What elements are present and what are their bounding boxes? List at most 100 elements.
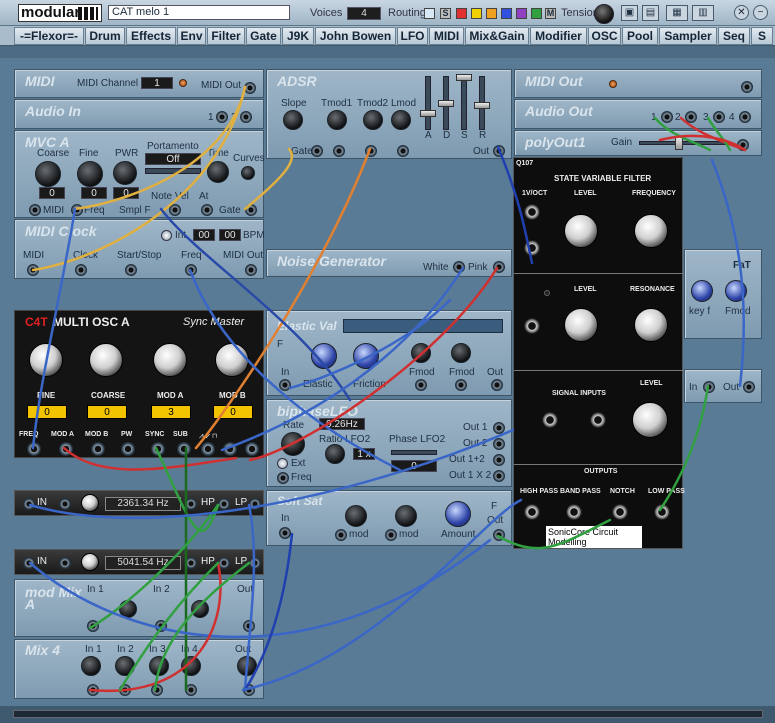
multi-osc-module[interactable]: C4T MULTI OSC A Sync Master FINE COARSE … xyxy=(14,310,264,458)
category-more[interactable]: S xyxy=(751,27,773,45)
filter1-in-jack[interactable] xyxy=(23,498,35,510)
adsr-lmod-jack[interactable] xyxy=(397,145,409,157)
svf-resonance-knob[interactable] xyxy=(634,308,668,342)
fat-fmod-knob[interactable] xyxy=(725,280,747,302)
svf-level-knob[interactable] xyxy=(564,214,598,248)
routing-m-button[interactable]: M xyxy=(545,8,556,19)
osc-mod-b-value[interactable]: 0 xyxy=(213,405,253,419)
filter2-mod-jack[interactable] xyxy=(59,557,71,569)
mvc-pwr-display[interactable]: 0 xyxy=(113,187,139,199)
mvc-a-module[interactable]: MVC A Coarse 0 Fine 0 PWR 0 Portamento O… xyxy=(14,130,265,218)
osc-mod-a-knob[interactable] xyxy=(153,343,187,377)
elastic-fmod2-jack[interactable] xyxy=(455,379,467,391)
audio-in-1-jack[interactable] xyxy=(216,111,228,123)
filter2-freq-display[interactable]: 5041.54 Hz xyxy=(105,556,181,570)
patch-name-field[interactable]: CAT melo 1 xyxy=(108,5,290,20)
adsr-out-jack[interactable] xyxy=(493,145,505,157)
biphase-phase-display[interactable]: 0 xyxy=(391,460,437,472)
audio-out-3-jack[interactable] xyxy=(713,111,725,123)
mvc-midi-jack[interactable] xyxy=(29,204,41,216)
category-osc[interactable]: OSC xyxy=(588,27,621,45)
category-effects[interactable]: Effects xyxy=(126,27,176,45)
filter-strip-2[interactable]: IN 5041.54 Hz HP LP xyxy=(14,549,264,575)
biphase-ratio-knob[interactable] xyxy=(325,444,345,464)
mix4-knob-3[interactable] xyxy=(149,656,169,676)
svf-frequency-knob[interactable] xyxy=(634,214,668,248)
routing-swatch-green[interactable] xyxy=(531,8,542,19)
osc-saw-jack[interactable] xyxy=(201,442,215,456)
svf-1voct-jack[interactable] xyxy=(524,204,540,220)
mix4-module[interactable]: Mix 4 In 1 In 2 In 3 In 4 Out xyxy=(14,639,264,699)
soft-sat-mod2-jack[interactable] xyxy=(385,529,397,541)
mvc-portamento-display[interactable]: Off xyxy=(145,153,201,165)
routing-swatch-orange[interactable] xyxy=(486,8,497,19)
midi-clock-bpm-display-2[interactable]: 00 xyxy=(219,229,241,241)
filter1-hp-jack[interactable] xyxy=(218,498,230,510)
save-as-icon[interactable]: ▤ xyxy=(642,5,659,21)
tension-knob[interactable] xyxy=(594,4,614,24)
elastic-in-jack[interactable] xyxy=(279,379,291,391)
adsr-decay-thumb[interactable] xyxy=(438,100,454,107)
biphase-out1-jack[interactable] xyxy=(493,422,505,434)
osc-mod-b-knob[interactable] xyxy=(215,343,249,377)
audio-in-module[interactable]: Audio In 1 2 xyxy=(14,99,264,129)
category-modifier[interactable]: Modifier xyxy=(530,27,587,45)
midi-channel-display[interactable]: 1 xyxy=(141,77,173,89)
category-lfo[interactable]: LFO xyxy=(397,27,428,45)
mix4-out-jack[interactable] xyxy=(243,684,255,696)
noise-white-jack[interactable] xyxy=(453,261,465,273)
svf-cv-jack[interactable] xyxy=(524,240,540,256)
mixa-in2-jack[interactable] xyxy=(155,620,167,632)
adsr-attack-slider[interactable] xyxy=(425,76,431,130)
mix4-knob-2[interactable] xyxy=(115,656,135,676)
midi-clock-clock-jack[interactable] xyxy=(75,264,87,276)
adsr-lmod-knob[interactable] xyxy=(391,110,411,130)
svf-lp-jack[interactable] xyxy=(654,504,670,520)
osc-coarse-value[interactable]: 0 xyxy=(87,405,127,419)
svf-signal-in-1-jack[interactable] xyxy=(542,412,558,428)
osc-pulse-jack[interactable] xyxy=(245,442,259,456)
filter2-in-jack[interactable] xyxy=(23,557,35,569)
filter1-lp-jack[interactable] xyxy=(249,498,261,510)
keyboard-icon[interactable]: ▥ xyxy=(692,5,714,21)
routing-s-button[interactable]: S xyxy=(440,8,451,19)
midi-clock-midi-out-jack[interactable] xyxy=(245,264,257,276)
filter2-mod2-jack[interactable] xyxy=(185,557,197,569)
osc-mod-a-value[interactable]: 3 xyxy=(151,405,191,419)
mvc-coarse-knob[interactable] xyxy=(35,161,61,187)
filter1-mod2-jack[interactable] xyxy=(185,498,197,510)
svf-bp-jack[interactable] xyxy=(566,504,582,520)
biphase-out12-jack[interactable] xyxy=(493,454,505,466)
noise-module[interactable]: Noise Generator White Pink xyxy=(266,249,512,277)
svf-hp-jack[interactable] xyxy=(524,504,540,520)
mvc-portamento-slider[interactable] xyxy=(145,168,201,174)
adsr-tmod2-knob[interactable] xyxy=(363,110,383,130)
voices-value[interactable]: 4 xyxy=(347,7,381,20)
save-icon[interactable]: ▣ xyxy=(621,5,638,21)
adsr-attack-thumb[interactable] xyxy=(420,110,436,117)
mvc-at-jack[interactable] xyxy=(201,204,213,216)
routing-swatch-purple[interactable] xyxy=(516,8,527,19)
mix4-in1-jack[interactable] xyxy=(87,684,99,696)
mvc-gate-jack[interactable] xyxy=(245,204,257,216)
mixa-knob-1[interactable] xyxy=(119,600,137,618)
mvc-coarse-display[interactable]: 0 xyxy=(39,187,65,199)
horizontal-scrollbar[interactable] xyxy=(13,710,763,718)
soft-sat-mod1-knob[interactable] xyxy=(345,505,367,527)
mvc-fine-knob[interactable] xyxy=(77,161,103,187)
category-mix-gain[interactable]: Mix&Gain xyxy=(465,27,529,45)
soft-sat-mod1-jack[interactable] xyxy=(335,529,347,541)
adsr-slope-knob[interactable] xyxy=(283,110,303,130)
midi-clock-bpm-display-1[interactable]: 00 xyxy=(193,229,215,241)
biphase-out2-jack[interactable] xyxy=(493,438,505,450)
category-sampler[interactable]: Sampler xyxy=(659,27,717,45)
mixa-knob-2[interactable] xyxy=(191,600,209,618)
mvc-time-knob[interactable] xyxy=(207,161,229,183)
adsr-mod1-jack[interactable] xyxy=(333,145,345,157)
mix4-knob-1[interactable] xyxy=(81,656,101,676)
biphase-ext-toggle[interactable] xyxy=(277,458,288,469)
fat-out-jack[interactable] xyxy=(743,381,755,393)
minimize-icon[interactable]: − xyxy=(753,5,768,20)
biphase-rate-display[interactable]: 9.26Hz xyxy=(319,418,365,430)
fat-module[interactable]: FaT key f Fmod xyxy=(684,249,762,339)
